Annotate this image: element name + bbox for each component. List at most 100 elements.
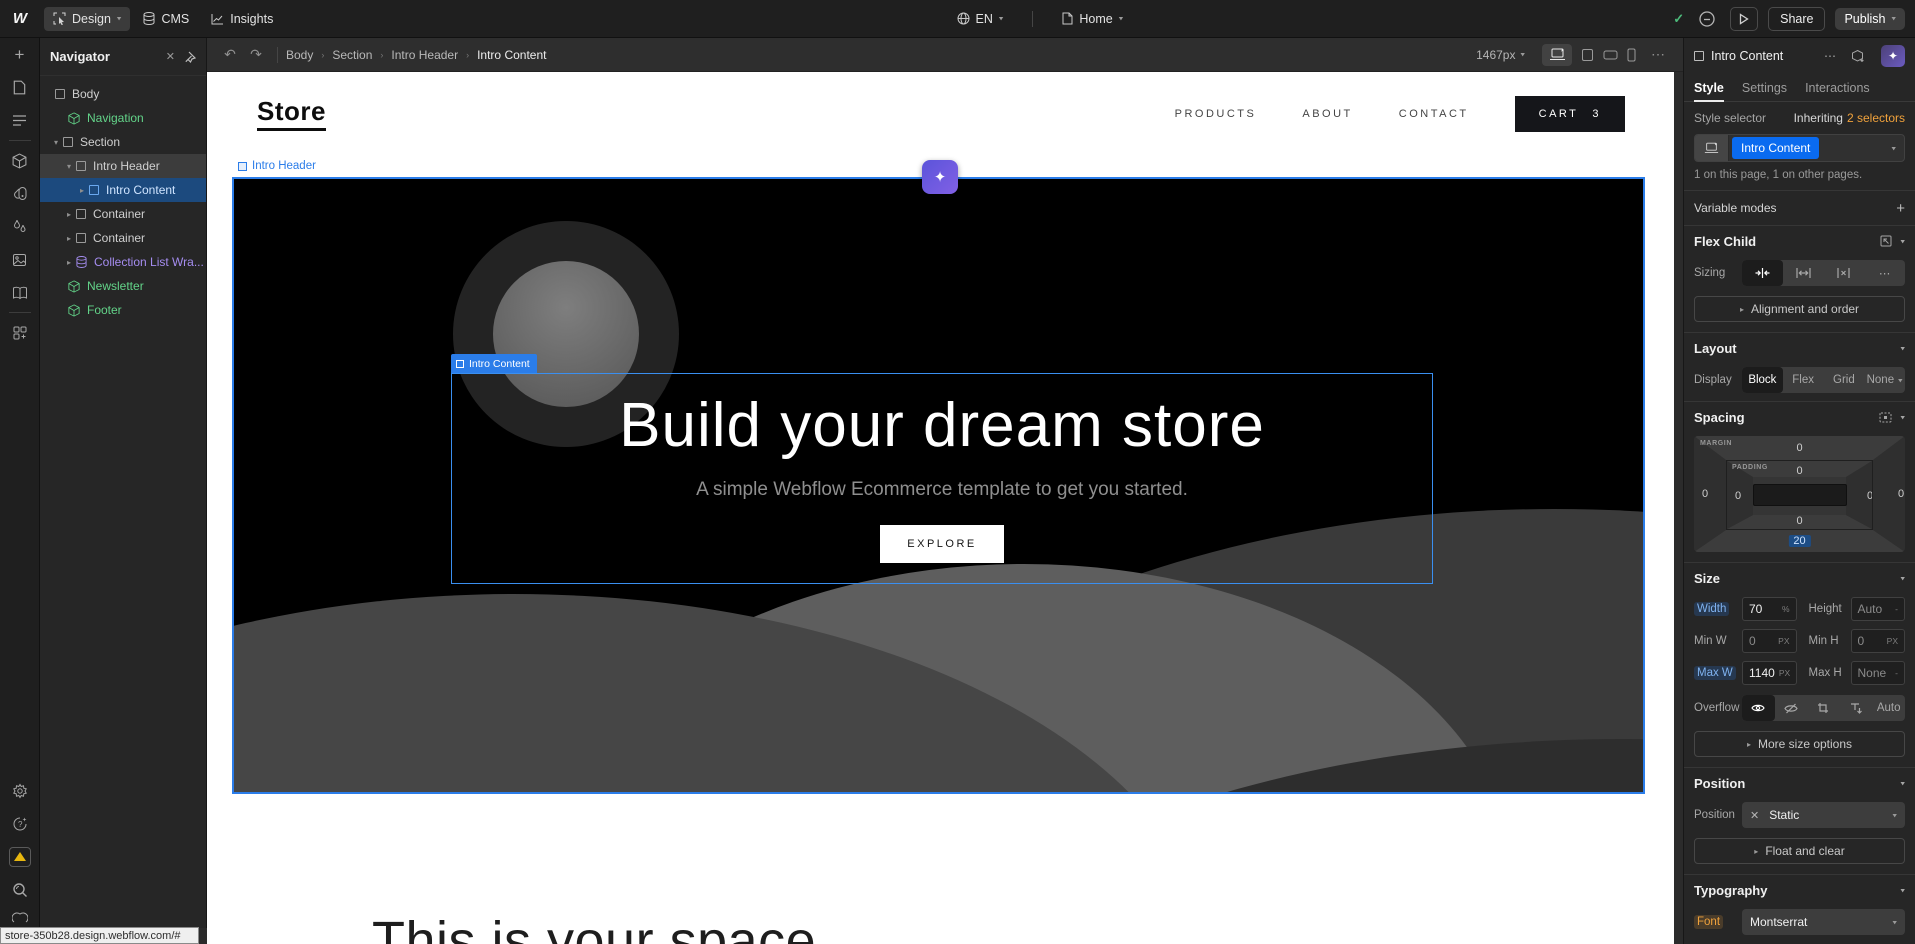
typography-section-header[interactable]: Typography ▾	[1684, 875, 1915, 905]
settings-gear-icon[interactable]	[0, 774, 40, 807]
chevron-down-icon[interactable]: ▾	[54, 138, 63, 147]
tree-item-intro-header[interactable]: ▾ Intro Header	[40, 154, 206, 178]
flex-no-shrink-icon[interactable]	[1824, 260, 1865, 286]
height-field[interactable]: Auto-	[1851, 597, 1906, 621]
canvas-width-dropdown[interactable]: 1467px ▾	[1476, 48, 1525, 62]
chevron-down-icon[interactable]: ▾	[1900, 237, 1905, 246]
cart-button[interactable]: CART 3	[1515, 96, 1625, 132]
intro-content-element[interactable]: Build your dream store A simple Webflow …	[451, 373, 1433, 584]
site-logo[interactable]: Store	[257, 96, 326, 131]
tree-item-container[interactable]: ▸ Container	[40, 202, 206, 226]
assets-icon[interactable]	[0, 243, 40, 276]
selector-pill[interactable]: Intro Content	[1732, 137, 1819, 159]
explore-button[interactable]: EXPLORE	[880, 525, 1003, 563]
tree-item-body[interactable]: Body	[40, 82, 206, 106]
variables-icon[interactable]	[0, 210, 40, 243]
float-clear-button[interactable]: ▸ Float and clear	[1694, 838, 1905, 864]
margin-left-value[interactable]: 0	[1702, 488, 1708, 500]
intro-content-selection-badge[interactable]: Intro Content	[451, 354, 537, 373]
close-icon[interactable]: ✕	[166, 50, 175, 63]
tree-item-navigation[interactable]: Navigation	[40, 106, 206, 130]
breadcrumb-intro-header[interactable]: Intro Header	[391, 48, 458, 62]
breadcrumb-body[interactable]: Body	[286, 48, 313, 62]
chevron-right-icon[interactable]: ▸	[67, 210, 76, 219]
apps-icon[interactable]	[0, 316, 40, 349]
chevron-right-icon[interactable]: ▸	[67, 234, 76, 243]
canvas-page[interactable]: Store PRODUCTS ABOUT CONTACT CART 3 Intr…	[207, 72, 1674, 944]
ai-suggest-handle[interactable]: ✦	[922, 160, 958, 194]
padding-left-value[interactable]: 0	[1735, 490, 1741, 502]
chevron-down-icon[interactable]: ▾	[67, 162, 76, 171]
chevron-right-icon[interactable]: ▸	[67, 258, 76, 267]
spacing-section-header[interactable]: Spacing ▾	[1684, 402, 1915, 432]
overflow-hidden-icon[interactable]	[1775, 695, 1808, 721]
size-section-header[interactable]: Size ▾	[1684, 563, 1915, 593]
pin-icon[interactable]	[185, 51, 196, 63]
tab-interactions[interactable]: Interactions	[1805, 74, 1870, 101]
overflow-scroll-icon[interactable]	[1807, 695, 1840, 721]
pages-icon[interactable]	[0, 71, 40, 104]
margin-top-value[interactable]: 0	[1796, 442, 1802, 454]
breakpoint-phone-landscape-icon[interactable]	[1603, 50, 1618, 60]
nav-link-products[interactable]: PRODUCTS	[1175, 108, 1257, 120]
redo-icon[interactable]: ↷	[243, 46, 269, 63]
position-section-header[interactable]: Position ▾	[1684, 768, 1915, 798]
tree-item-container[interactable]: ▸ Container	[40, 226, 206, 250]
max-w-field[interactable]: 1140PX	[1742, 661, 1797, 685]
add-elements-icon[interactable]: +	[0, 38, 40, 71]
display-none-option[interactable]: None▾	[1864, 367, 1905, 393]
nav-link-about[interactable]: ABOUT	[1302, 108, 1352, 120]
intro-header-selection-label[interactable]: Intro Header	[238, 160, 316, 172]
breadcrumb-intro-content[interactable]: Intro Content	[477, 48, 546, 62]
overflow-clip-icon[interactable]	[1840, 695, 1873, 721]
nav-link-contact[interactable]: CONTACT	[1399, 108, 1469, 120]
margin-right-value[interactable]: 0	[1898, 488, 1904, 500]
min-h-field[interactable]: 0PX	[1851, 629, 1906, 653]
tree-item-newsletter[interactable]: Newsletter	[40, 274, 206, 298]
section-heading[interactable]: This is your space	[372, 910, 816, 944]
style-selector-input[interactable]: * Intro Content ▾	[1694, 134, 1905, 162]
share-button[interactable]: Share	[1768, 7, 1825, 31]
layout-section-header[interactable]: Layout ▾	[1684, 333, 1915, 363]
display-block-option[interactable]: Block	[1742, 367, 1783, 393]
tree-item-section[interactable]: ▾ Section	[40, 130, 206, 154]
page-selector[interactable]: Home ▾	[1053, 7, 1132, 31]
position-dropdown[interactable]: ✕ Static ▾	[1742, 802, 1905, 828]
overflow-visible-icon[interactable]	[1742, 695, 1775, 721]
hero-heading[interactable]: Build your dream store	[619, 390, 1265, 461]
more-breakpoints-icon[interactable]: ⋯	[1645, 46, 1671, 63]
flex-more-icon[interactable]: ⋯	[1864, 260, 1905, 286]
tree-item-collection-list[interactable]: ▸ Collection List Wra...	[40, 250, 206, 274]
chat-icon[interactable]	[0, 906, 40, 928]
components-icon[interactable]	[0, 144, 40, 177]
hero-subtitle[interactable]: A simple Webflow Ecommerce template to g…	[696, 479, 1188, 501]
chevron-right-icon[interactable]: ▸	[80, 186, 89, 195]
padding-top-value[interactable]: 0	[1796, 465, 1802, 477]
min-w-field[interactable]: 0PX	[1742, 629, 1797, 653]
tab-style[interactable]: Style	[1694, 74, 1724, 101]
navigator-icon[interactable]	[0, 104, 40, 137]
flex-shrink-icon[interactable]	[1742, 260, 1783, 286]
language-selector[interactable]: EN ▾	[948, 7, 1013, 31]
width-field[interactable]: 70%	[1742, 597, 1797, 621]
alignment-order-button[interactable]: ▸ Alignment and order	[1694, 296, 1905, 322]
preview-button[interactable]	[1730, 7, 1758, 31]
breakpoint-phone-portrait-icon[interactable]	[1627, 48, 1636, 62]
more-options-icon[interactable]: ⋯	[1824, 49, 1836, 63]
max-h-field[interactable]: None-	[1851, 661, 1906, 685]
display-flex-option[interactable]: Flex	[1783, 367, 1824, 393]
chevron-down-icon[interactable]: ▾	[1891, 144, 1896, 153]
add-variable-mode-icon[interactable]: +	[1896, 200, 1905, 217]
undo-icon[interactable]: ↶	[217, 46, 243, 63]
breakpoint-tablet-icon[interactable]	[1581, 48, 1594, 62]
padding-bottom-value[interactable]: 0	[1796, 515, 1802, 527]
webflow-logo-icon[interactable]: W	[0, 10, 40, 27]
chevron-down-icon[interactable]: ▾	[1900, 344, 1905, 353]
tab-settings[interactable]: Settings	[1742, 74, 1787, 101]
breadcrumb-section[interactable]: Section	[332, 48, 372, 62]
more-size-options-button[interactable]: ▸ More size options	[1694, 731, 1905, 757]
flex-grow-icon[interactable]	[1783, 260, 1824, 286]
chevron-down-icon[interactable]: ▾	[1900, 574, 1905, 583]
tree-item-intro-content[interactable]: ▸ Intro Content	[40, 178, 206, 202]
breakpoint-desktop-icon[interactable]: *	[1542, 44, 1572, 66]
